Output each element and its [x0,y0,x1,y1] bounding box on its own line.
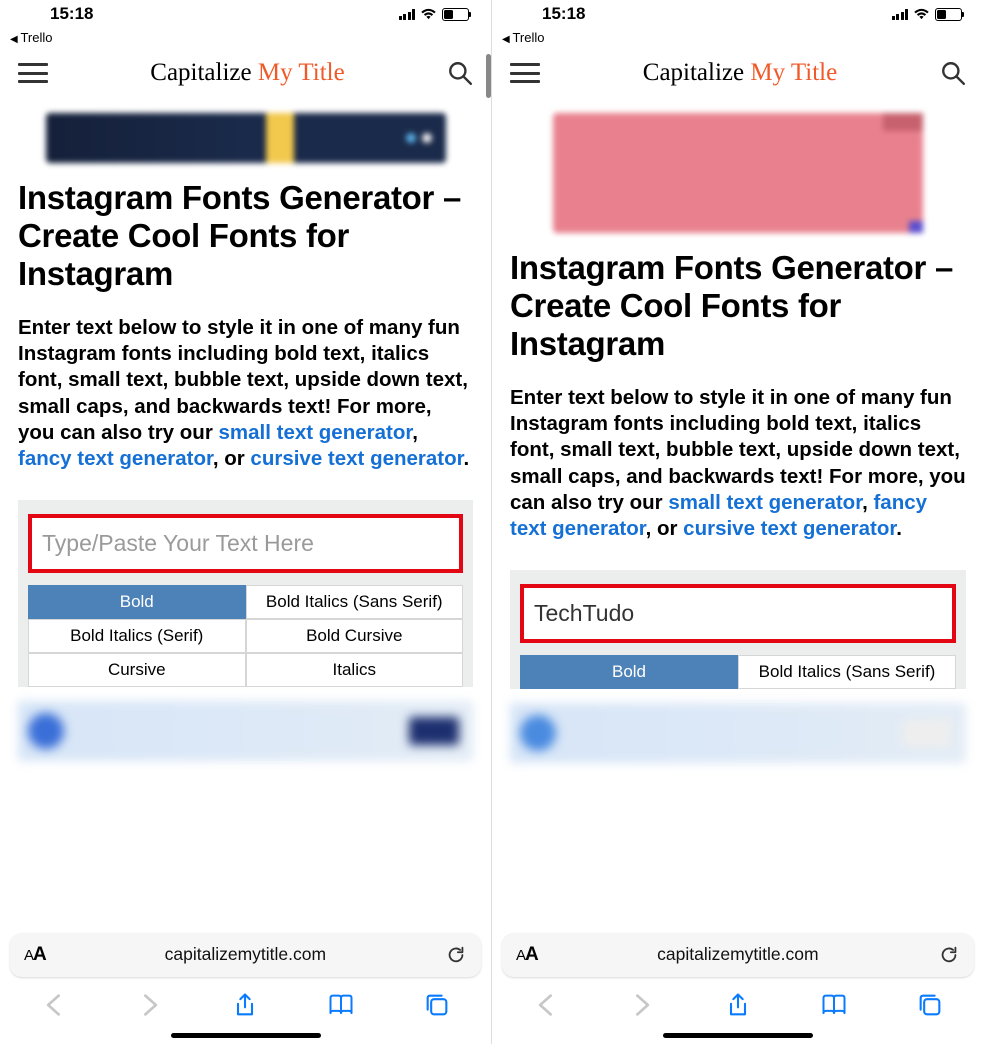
link-cursive-text-generator[interactable]: cursive text generator [683,517,896,540]
tab-bold-cursive[interactable]: Bold Cursive [246,619,464,653]
phone-screenshot-left: 15:18 Trello Capitalize My Title Instagr… [0,0,492,1044]
intro-paragraph: Enter text below to style it in one of m… [18,315,473,472]
menu-hamburger-icon[interactable] [510,63,540,83]
search-icon[interactable] [940,60,966,86]
page-title: Instagram Fonts Generator – Create Cool … [18,179,473,293]
scrollbar-thumb[interactable] [486,54,491,98]
page-content: Instagram Fonts Generator – Create Cool … [0,101,491,919]
reload-icon[interactable] [445,944,467,966]
text-input[interactable] [34,520,457,567]
forward-icon[interactable] [136,991,164,1019]
safari-toolbar [0,977,491,1033]
site-header: Capitalize My Title [492,49,984,101]
status-right [399,8,470,21]
wifi-icon [913,8,930,20]
safari-url-bar[interactable]: AA capitalizemytitle.com [502,933,974,977]
site-header: Capitalize My Title [0,49,491,101]
back-icon[interactable] [532,991,560,1019]
text-input-highlight [28,514,463,573]
text-size-icon[interactable]: AA [516,944,538,966]
status-right [892,8,963,21]
battery-icon [442,8,469,21]
promo-banner-blurred[interactable] [510,703,966,763]
safari-url-bar[interactable]: AA capitalizemytitle.com [10,933,481,977]
site-logo[interactable]: Capitalize My Title [643,59,837,87]
font-tool-box: Bold Bold Italics (Sans Serif) Bold Ital… [18,500,473,687]
tab-italics[interactable]: Italics [246,653,464,687]
cellular-signal-icon [892,9,909,20]
wifi-icon [420,8,437,20]
back-to-app[interactable]: Trello [492,28,984,49]
page-content: Instagram Fonts Generator – Create Cool … [492,101,984,919]
bookmarks-icon[interactable] [327,991,355,1019]
text-input-highlight [520,584,956,643]
tab-cursive[interactable]: Cursive [28,653,246,687]
link-cursive-text-generator[interactable]: cursive text generator [250,447,463,470]
site-logo[interactable]: Capitalize My Title [150,59,344,87]
home-indicator[interactable] [171,1033,321,1039]
bookmarks-icon[interactable] [820,991,848,1019]
text-input[interactable] [526,590,950,637]
font-tabs: Bold Bold Italics (Sans Serif) [520,655,956,689]
ad-banner[interactable] [553,113,923,233]
tab-bold[interactable]: Bold [28,585,246,619]
link-small-text-generator[interactable]: small text generator [219,421,413,444]
intro-paragraph: Enter text below to style it in one of m… [510,385,966,542]
link-small-text-generator[interactable]: small text generator [668,491,862,514]
tab-bold[interactable]: Bold [520,655,738,689]
status-time: 15:18 [50,4,93,24]
forward-icon[interactable] [628,991,656,1019]
share-icon[interactable] [724,991,752,1019]
search-icon[interactable] [447,60,473,86]
tabs-icon[interactable] [916,991,944,1019]
link-fancy-text-generator[interactable]: fancy text generator [18,447,213,470]
text-size-icon[interactable]: AA [24,944,46,966]
home-indicator[interactable] [663,1033,813,1039]
back-to-app[interactable]: Trello [0,28,491,49]
font-tool-box: Bold Bold Italics (Sans Serif) [510,570,966,689]
tab-bold-italics-sans[interactable]: Bold Italics (Sans Serif) [246,585,464,619]
safari-toolbar [492,977,984,1033]
tab-bold-italics-serif[interactable]: Bold Italics (Serif) [28,619,246,653]
page-title: Instagram Fonts Generator – Create Cool … [510,249,966,363]
menu-hamburger-icon[interactable] [18,63,48,83]
back-icon[interactable] [40,991,68,1019]
share-icon[interactable] [231,991,259,1019]
url-text: capitalizemytitle.com [657,944,818,965]
reload-icon[interactable] [938,944,960,966]
ad-banner[interactable] [46,113,446,163]
url-text: capitalizemytitle.com [165,944,326,965]
tabs-icon[interactable] [423,991,451,1019]
status-bar: 15:18 [0,0,491,28]
tab-bold-italics-sans[interactable]: Bold Italics (Sans Serif) [738,655,956,689]
phone-screenshot-right: 15:18 Trello Capitalize My Title Instagr… [492,0,984,1044]
battery-icon [935,8,962,21]
status-time: 15:18 [542,4,585,24]
promo-banner-blurred[interactable] [18,701,473,761]
cellular-signal-icon [399,9,416,20]
font-tabs: Bold Bold Italics (Sans Serif) Bold Ital… [28,585,463,687]
status-bar: 15:18 [492,0,984,28]
